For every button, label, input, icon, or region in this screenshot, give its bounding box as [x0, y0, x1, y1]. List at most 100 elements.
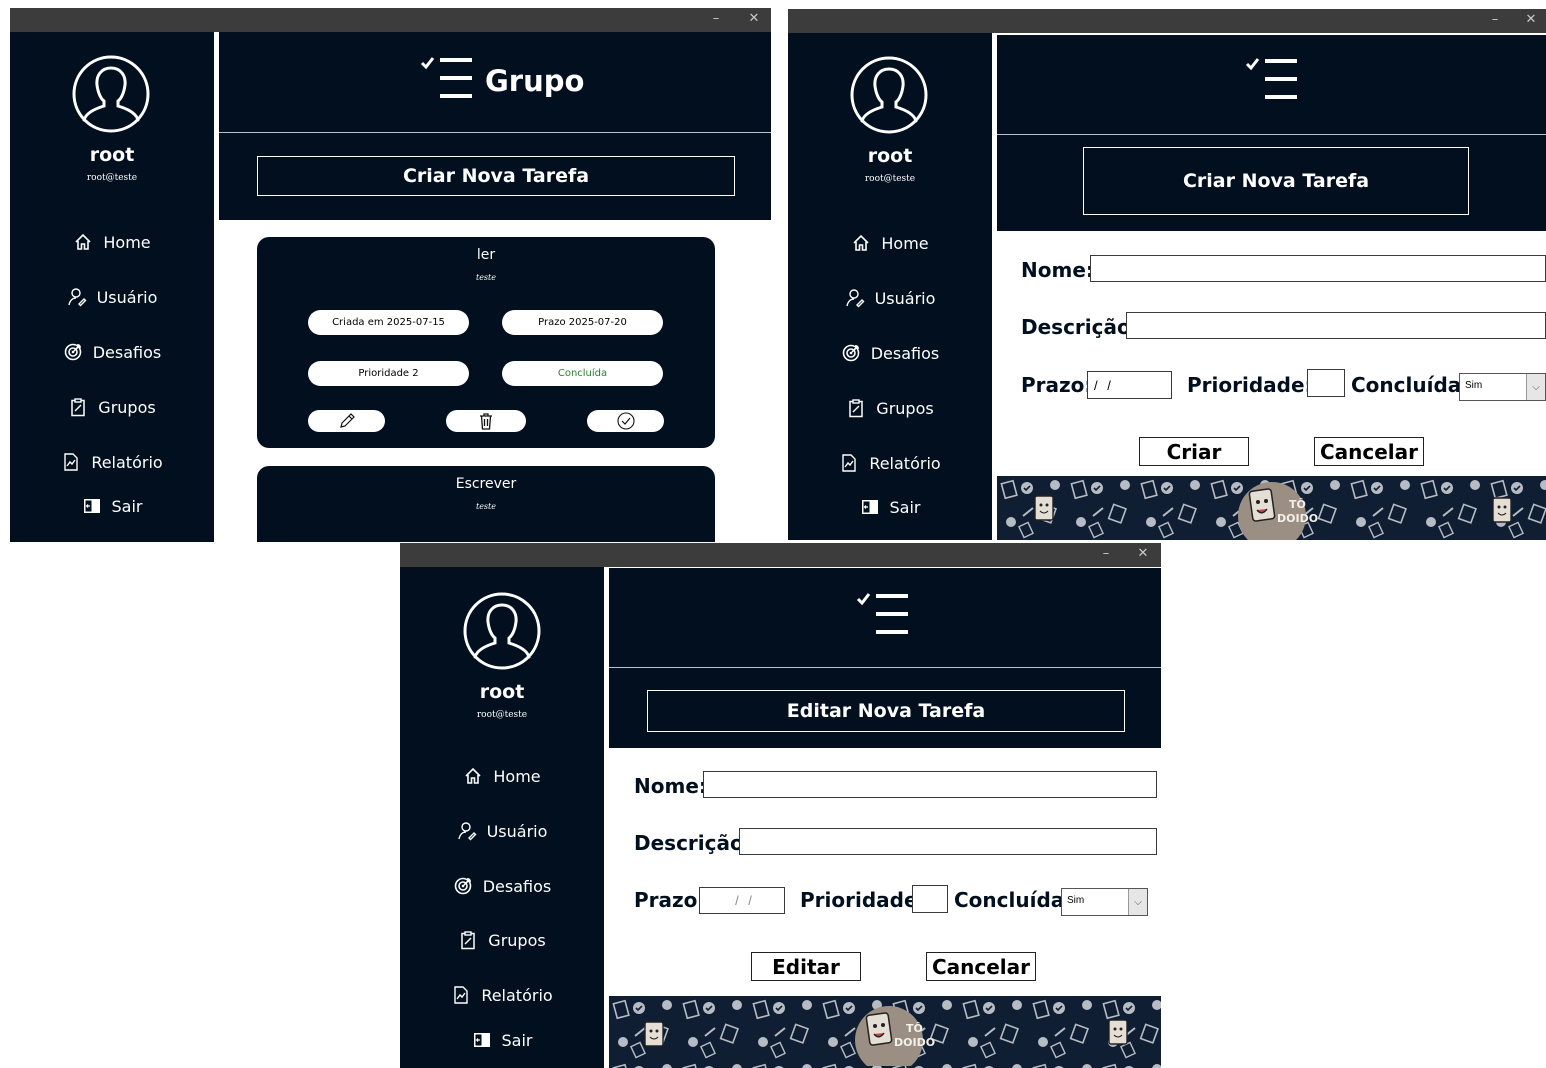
- user-email: root@teste: [476, 710, 528, 720]
- complete-task-button[interactable]: [587, 410, 664, 432]
- priority-input[interactable]: [912, 885, 948, 913]
- nav-desafios-label: Desafios: [92, 342, 162, 362]
- sidebar: root root@teste Home Usuário Desafios Gr…: [788, 33, 992, 540]
- status-badge: Concluída: [502, 361, 663, 386]
- nav-grupos-label: Grupos: [876, 398, 934, 418]
- mascot-brand-bottom: DOIDO: [894, 1036, 935, 1049]
- checklist-logo-icon: [1245, 58, 1297, 99]
- nav-grupos-label: Grupos: [98, 397, 156, 417]
- done-select-value: Sim: [1067, 895, 1085, 906]
- home-icon: [853, 234, 869, 251]
- minimize-button[interactable]: –: [1097, 545, 1115, 563]
- nav-grupos[interactable]: Grupos: [400, 926, 604, 954]
- nav-usuario-label: Usuário: [486, 821, 548, 841]
- create-task-window: – ✕ root root@teste Home Usuário Desafio…: [788, 9, 1546, 540]
- task-title: ler: [476, 247, 496, 263]
- nav-relatorio[interactable]: Relatório: [10, 448, 214, 476]
- minimize-button[interactable]: –: [707, 10, 725, 28]
- nav-sair[interactable]: Sair: [10, 492, 214, 520]
- task-card: ler teste Criada em 2025-07-15 Prazo 202…: [257, 237, 715, 448]
- nav-sair[interactable]: Sair: [400, 1026, 604, 1054]
- nav-desafios-label: Desafios: [482, 876, 552, 896]
- mascot-brand-bottom: DOIDO: [1277, 512, 1318, 525]
- edit-task-window: – ✕ root root@teste Home Usuário Desafio…: [400, 543, 1161, 1068]
- exit-icon: [861, 500, 878, 514]
- avatar-icon: [850, 56, 928, 134]
- priority-input[interactable]: [1307, 369, 1345, 397]
- clipboard-icon: [461, 931, 476, 950]
- edit-task-button[interactable]: [308, 410, 385, 432]
- nav-sair-label: Sair: [889, 497, 921, 517]
- mascot-icon: [1034, 495, 1054, 521]
- edit-button[interactable]: Editar: [751, 952, 861, 981]
- nav-grupos[interactable]: Grupos: [10, 393, 214, 421]
- user-name: root: [479, 681, 525, 703]
- deadline-label: Prazo:: [1021, 373, 1093, 397]
- nav-grupos[interactable]: Grupos: [788, 394, 992, 422]
- name-input[interactable]: [1090, 255, 1546, 282]
- delete-task-button[interactable]: [446, 410, 526, 432]
- name-label: Nome:: [1021, 258, 1094, 282]
- task-description: teste: [475, 273, 496, 282]
- nav-home-label: Home: [103, 232, 151, 252]
- done-select[interactable]: Sim ⌵: [1061, 888, 1148, 916]
- nav-relatorio[interactable]: Relatório: [400, 981, 604, 1009]
- user-icon: [67, 288, 87, 307]
- header-divider: [219, 132, 771, 133]
- description-label: Descrição:: [634, 831, 752, 855]
- page-title: Grupo: [485, 64, 585, 98]
- close-button[interactable]: ✕: [1134, 545, 1152, 563]
- header-divider: [997, 134, 1546, 135]
- create-task-button[interactable]: Criar Nova Tarefa: [257, 156, 735, 196]
- nav-sair-label: Sair: [501, 1030, 533, 1050]
- nav-relatorio[interactable]: Relatório: [788, 449, 992, 477]
- trash-icon: [480, 413, 492, 430]
- form-title: Editar Nova Tarefa: [647, 690, 1125, 732]
- nav-usuario[interactable]: Usuário: [400, 817, 604, 845]
- nav-home[interactable]: Home: [400, 762, 604, 790]
- nav-desafios[interactable]: Desafios: [400, 872, 604, 900]
- nav-home[interactable]: Home: [10, 228, 214, 256]
- target-icon: [64, 343, 82, 361]
- nav-desafios[interactable]: Desafios: [10, 338, 214, 366]
- checklist-logo-icon: [856, 593, 908, 634]
- nav-usuario[interactable]: Usuário: [10, 283, 214, 311]
- minimize-button[interactable]: –: [1486, 11, 1504, 29]
- cancel-button[interactable]: Cancelar: [926, 952, 1036, 981]
- name-input[interactable]: [703, 771, 1157, 798]
- deadline-badge: Prazo 2025-07-20: [502, 310, 663, 335]
- create-button[interactable]: Criar: [1139, 437, 1249, 466]
- deadline-input-value: / /: [735, 893, 755, 908]
- deadline-input-value: / /: [1094, 377, 1114, 393]
- avatar-icon: [72, 55, 150, 133]
- user-icon: [845, 289, 865, 308]
- banner-image: TÔ DOIDO: [609, 996, 1161, 1068]
- title-bar: – ✕: [400, 543, 1161, 567]
- header: Grupo Criar Nova Tarefa: [219, 32, 771, 220]
- nav-grupos-label: Grupos: [488, 930, 546, 950]
- chevron-down-icon[interactable]: ⌵: [1128, 889, 1147, 915]
- description-input[interactable]: [739, 828, 1157, 855]
- cancel-button[interactable]: Cancelar: [1314, 437, 1424, 466]
- task-description: teste: [475, 502, 496, 511]
- title-bar: – ✕: [10, 8, 771, 32]
- close-button[interactable]: ✕: [745, 10, 763, 28]
- deadline-input[interactable]: / /: [1087, 371, 1172, 399]
- chevron-down-icon[interactable]: ⌵: [1526, 374, 1545, 400]
- name-label: Nome:: [634, 774, 707, 798]
- nav-sair[interactable]: Sair: [788, 493, 992, 521]
- description-label: Descrição:: [1021, 315, 1139, 339]
- user-name: root: [89, 144, 135, 166]
- nav-relatorio-label: Relatório: [869, 453, 941, 473]
- mascot-logo: TÔ DOIDO: [855, 1006, 935, 1066]
- nav-usuario[interactable]: Usuário: [788, 284, 992, 312]
- pencil-icon: [339, 413, 355, 428]
- done-select-value: Sim: [1465, 380, 1483, 391]
- deadline-input[interactable]: / /: [699, 887, 785, 914]
- done-select[interactable]: Sim ⌵: [1459, 373, 1546, 401]
- nav-desafios[interactable]: Desafios: [788, 339, 992, 367]
- nav-home[interactable]: Home: [788, 229, 992, 257]
- description-input[interactable]: [1126, 312, 1546, 339]
- close-button[interactable]: ✕: [1522, 11, 1540, 29]
- mascot-icon: [644, 1021, 664, 1047]
